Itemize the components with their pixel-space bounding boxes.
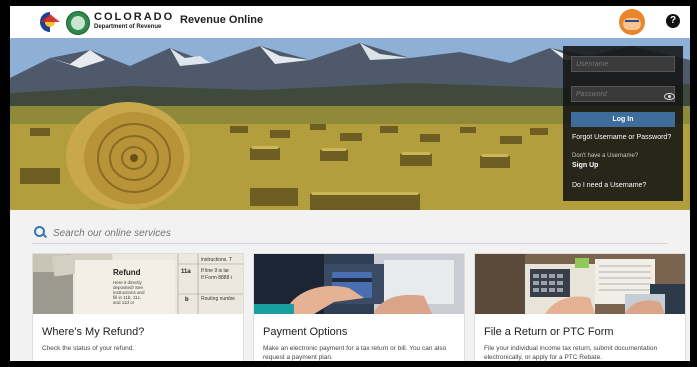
- password-input[interactable]: [571, 86, 675, 102]
- card-payment-options[interactable]: Payment Options Make an electronic payme…: [253, 253, 465, 361]
- brand-department: Department of Revenue: [94, 24, 162, 30]
- card-title[interactable]: Payment Options: [263, 326, 347, 338]
- card-description: File your individual income tax return, …: [484, 345, 658, 361]
- payment-photo-illustration: [254, 254, 464, 314]
- login-button[interactable]: Log In: [571, 112, 675, 127]
- search-input[interactable]: [51, 224, 655, 243]
- colorado-logo-icon[interactable]: [37, 11, 63, 33]
- file-return-card-image: [475, 254, 685, 314]
- top-header: COLORADO Department of Revenue Revenue O…: [10, 6, 690, 39]
- login-panel: Log In Forgot Username or Password? Don'…: [563, 46, 683, 201]
- app-title: Revenue Online: [180, 14, 264, 26]
- refund-instr-form: If line 9 is lar: [201, 268, 230, 274]
- refund-instr-top: instructions. T: [201, 257, 233, 263]
- need-username-link[interactable]: Do I need a Username?: [572, 182, 646, 189]
- search-bar: [32, 223, 668, 244]
- forgot-credentials-link[interactable]: Forgot Username or Password?: [572, 134, 671, 141]
- card-description: Make an electronic payment for a tax ret…: [263, 345, 447, 361]
- refund-line-5: and 11d or: [113, 300, 135, 305]
- card-file-return[interactable]: File a Return or PTC Form File your indi…: [474, 253, 686, 361]
- card-wheres-my-refund[interactable]: Refund Here it directly deposited! See i…: [32, 253, 244, 361]
- refund-routing: Routing numbe: [201, 296, 235, 302]
- card-description: Check the status of your refund.: [42, 345, 135, 352]
- avatar-icon[interactable]: [619, 9, 645, 35]
- refund-code-11a: 11a: [181, 269, 191, 275]
- card-title[interactable]: File a Return or PTC Form: [484, 326, 614, 338]
- signup-link[interactable]: Sign Up: [572, 162, 598, 169]
- no-username-label: Don't have a Username?: [572, 153, 639, 159]
- card-title[interactable]: Where's My Refund?: [42, 326, 144, 338]
- refund-heading: Refund: [113, 268, 141, 277]
- file-return-photo-illustration: [475, 254, 685, 314]
- page: COLORADO Department of Revenue Revenue O…: [10, 6, 690, 361]
- search-icon[interactable]: [34, 226, 45, 237]
- state-seal-icon: [66, 11, 90, 35]
- brand[interactable]: COLORADO Department of Revenue: [94, 11, 174, 31]
- username-input[interactable]: [571, 56, 675, 72]
- refund-card-image: Refund Here it directly deposited! See i…: [33, 254, 243, 314]
- avatar-glasses: [625, 20, 639, 26]
- refund-code-b: b: [185, 297, 189, 303]
- help-icon[interactable]: ?: [666, 14, 680, 28]
- show-password-eye-icon[interactable]: [664, 93, 675, 100]
- refund-instr-form-2: If Form 8888 i: [201, 275, 232, 281]
- payment-card-image: [254, 254, 464, 314]
- brand-name: COLORADO: [94, 11, 175, 23]
